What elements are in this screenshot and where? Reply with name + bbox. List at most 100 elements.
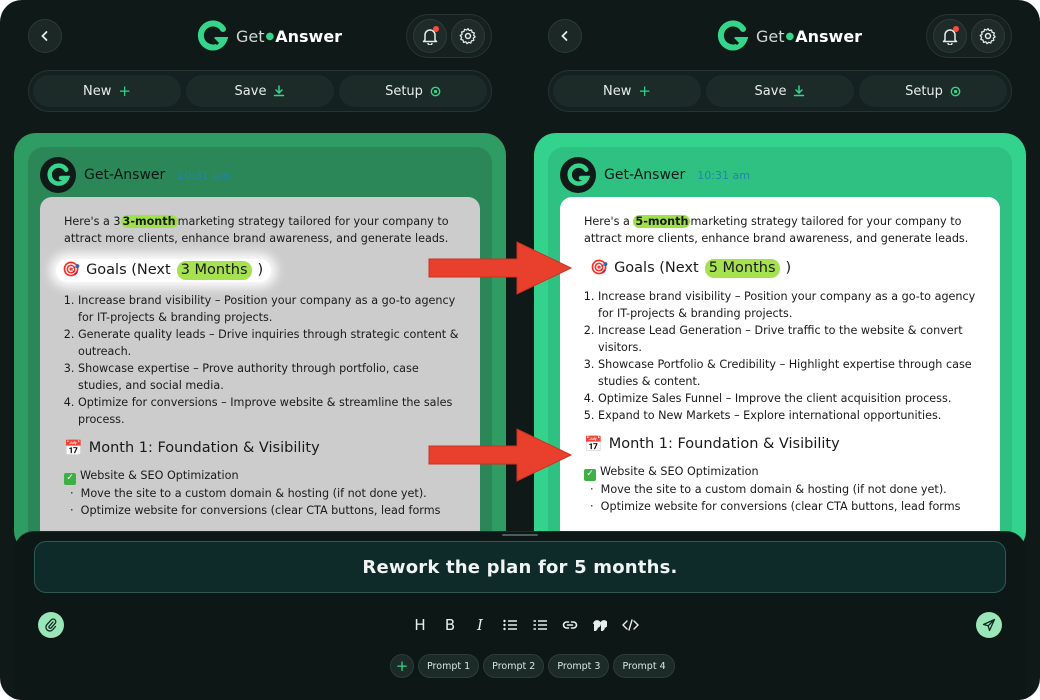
save-button[interactable]: Save [706, 75, 854, 107]
notification-dot [953, 26, 959, 32]
italic-button[interactable]: I [472, 616, 488, 634]
link-button[interactable] [562, 619, 578, 631]
check-icon: ✓ [584, 468, 596, 481]
target-icon: 🎯 [62, 262, 81, 278]
section-title: ✓ Website & SEO Optimization [584, 463, 980, 481]
attach-button[interactable] [38, 612, 64, 638]
list-item: Optimize for conversions – Improve websi… [78, 394, 460, 428]
chat-card-after: Get-Answer 10:31 am Here's a 5-month mark… [534, 133, 1026, 553]
bold-button[interactable]: B [442, 616, 458, 634]
section-title: ✓ Website & SEO Optimization [64, 467, 460, 485]
prompt-chips: + Prompt 1 Prompt 2 Prompt 3 Prompt 4 [390, 654, 675, 678]
highlight-duration: 3-month [120, 215, 178, 228]
logo-icon [47, 163, 70, 186]
brand-name: Get●Answer [756, 26, 863, 46]
code-button[interactable] [622, 619, 639, 631]
settings-button[interactable] [451, 19, 485, 53]
numbered-list-icon [533, 620, 547, 630]
sender-name: Get-Answer [604, 167, 686, 183]
highlight-goals-duration: 3 Months [176, 261, 252, 280]
add-prompt-button[interactable]: + [390, 654, 414, 678]
toolbar: New + Save Setup [28, 70, 492, 112]
panel-after: Get●Answer New + Save Setup Get-Answer 1… [520, 0, 1040, 553]
calendar-icon: 📅 [64, 439, 83, 457]
brand: Get●Answer [196, 18, 342, 54]
notifications-button[interactable] [413, 19, 447, 53]
logo-icon [717, 20, 748, 51]
message-time: 10:31 am [697, 168, 750, 182]
check-icon: ✓ [64, 472, 76, 485]
gear-icon [979, 28, 996, 45]
message-body: Here's a 3 3-month marketing strategy tail… [40, 197, 480, 547]
month-heading: 📅 Month 1: Foundation & Visibility [64, 439, 320, 457]
list-item: Increase brand visibility – Position you… [78, 292, 460, 326]
message-body: Here's a 5-month marketing strategy tailo… [560, 197, 1000, 547]
quote-icon [593, 620, 607, 631]
prompt-chip[interactable]: Prompt 4 [613, 654, 675, 678]
code-icon [622, 619, 639, 631]
setup-icon [950, 86, 961, 96]
format-toolbar: H B I [412, 612, 639, 638]
setup-button[interactable]: Setup [339, 75, 487, 107]
header-actions [926, 14, 1012, 58]
new-button[interactable]: New + [33, 75, 181, 107]
list-item: · Optimize website for conversions (clea… [70, 503, 441, 517]
goals-list: Increase brand visibility – Position you… [598, 288, 980, 424]
chat-card-before: Get-Answer 10:31 am Here's a 3 3-month mar… [14, 133, 506, 553]
message-time: 10:31 am [177, 168, 230, 182]
chevron-left-icon [41, 31, 48, 41]
setup-button[interactable]: Setup [859, 75, 1007, 107]
bullet-list-icon [502, 619, 517, 631]
avatar [560, 157, 596, 193]
sender-name: Get-Answer [84, 167, 166, 183]
list-item: Increase brand visibility – Position you… [598, 288, 980, 322]
logo-icon [567, 163, 590, 186]
app-frame: Get●Answer New + Save Setup Get-Answer 1… [0, 0, 1040, 700]
goals-heading: 🎯 Goals (Next 5 Months) [590, 259, 792, 278]
heading-button[interactable]: H [412, 616, 428, 634]
list-item: Generate quality leads – Drive inquiries… [78, 326, 460, 360]
brand-name: Get●Answer [236, 26, 343, 46]
prompt-chip[interactable]: Prompt 2 [483, 654, 545, 678]
notifications-button[interactable] [933, 19, 967, 53]
logo-icon [197, 20, 228, 51]
settings-button[interactable] [971, 19, 1005, 53]
plus-icon: + [118, 82, 131, 100]
link-icon [562, 621, 578, 629]
numbered-list-button[interactable] [532, 619, 548, 631]
goals-list: Increase brand visibility – Position you… [78, 292, 460, 428]
message-header: Get-Answer 10:31 am [40, 155, 230, 195]
brand: Get●Answer [716, 18, 862, 54]
save-button[interactable]: Save [186, 75, 334, 107]
download-icon [274, 85, 285, 97]
target-icon: 🎯 [590, 260, 609, 276]
message-header: Get-Answer 10:31 am [560, 155, 750, 195]
goals-heading: 🎯 Goals (Next 3 Months) [56, 259, 272, 282]
prompt-chip[interactable]: Prompt 3 [548, 654, 610, 678]
drag-handle[interactable] [502, 534, 538, 536]
back-button[interactable] [548, 19, 582, 53]
list-item: · Optimize website for conversions (clea… [590, 499, 961, 513]
chevron-left-icon [561, 31, 568, 41]
back-button[interactable] [28, 19, 62, 53]
comparison-arrow-month [428, 428, 573, 482]
send-button[interactable] [976, 612, 1002, 638]
list-item: Expand to New Markets – Explore internat… [598, 407, 980, 424]
list-item: · Move the site to a custom domain & hos… [70, 486, 427, 500]
intro-text: Here's a 3 3-month marketing strategy tail… [64, 215, 449, 245]
new-button[interactable]: New + [553, 75, 701, 107]
comparison-arrow-goals [428, 241, 573, 295]
bullet-list-button[interactable] [502, 619, 518, 631]
prompt-chip[interactable]: Prompt 1 [418, 654, 480, 678]
list-item: Showcase Portfolio & Credibility – Highl… [598, 356, 980, 390]
paperclip-icon [45, 618, 57, 632]
list-item: Showcase expertise – Prove authority thr… [78, 360, 460, 394]
prompt-input[interactable]: Rework the plan for 5 months. [34, 541, 1006, 593]
quote-button[interactable] [592, 619, 608, 631]
intro-text: Here's a 5-month marketing strategy tailo… [584, 215, 969, 245]
chat-card-inner: Get-Answer 10:31 am Here's a 5-month mark… [548, 147, 1012, 547]
list-item: · Move the site to a custom domain & hos… [590, 482, 947, 496]
send-icon [982, 618, 996, 632]
highlight-goals-duration: 5 Months [704, 259, 780, 278]
toolbar: New + Save Setup [548, 70, 1012, 112]
